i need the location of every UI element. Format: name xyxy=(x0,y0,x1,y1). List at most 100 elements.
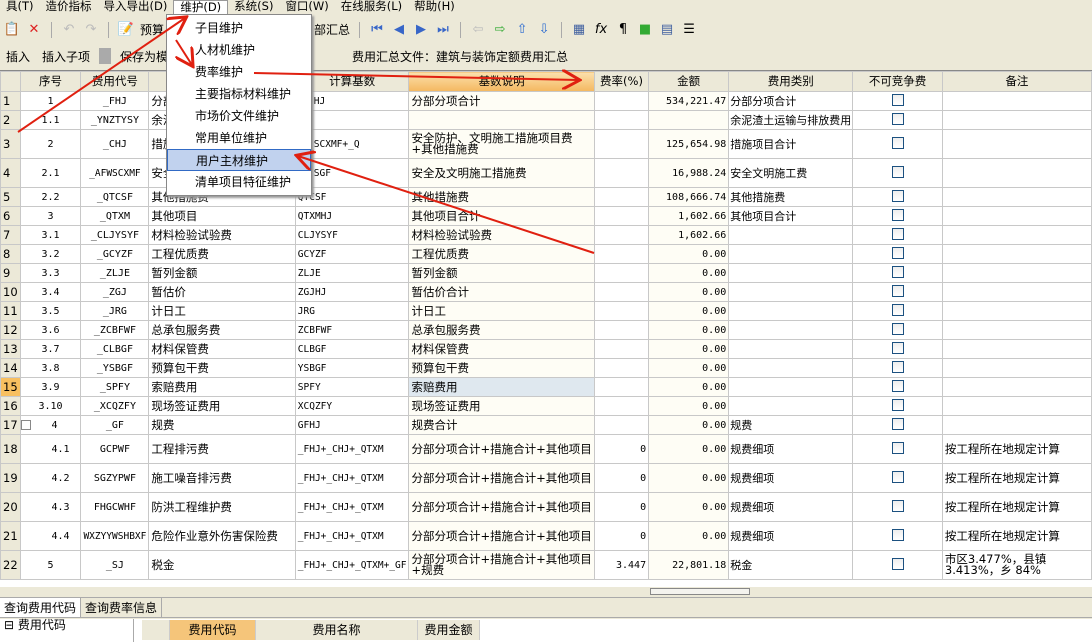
code-cell[interactable]: GCPWF xyxy=(80,434,150,464)
menu-item[interactable]: 子目维护 xyxy=(167,17,311,39)
menu-4[interactable]: 系统(S) xyxy=(228,0,279,14)
menu-5[interactable]: 窗口(W) xyxy=(279,0,334,14)
table-row[interactable]: 5 2.2 _QTCSF 其他措施费 QTCSF 其他措施费 108,666.74 其他措施费 xyxy=(0,187,1092,207)
note-cell[interactable] xyxy=(941,91,1092,111)
amount-cell[interactable]: 0.00 xyxy=(648,377,730,397)
base-desc-cell[interactable]: 分部分项合计+措施合计+其他项目 xyxy=(408,521,595,551)
non-competitive-cell[interactable] xyxy=(852,244,943,264)
code-cell[interactable]: _ZLJE xyxy=(80,263,150,283)
code-cell[interactable]: _SPFY xyxy=(80,377,150,397)
table-row[interactable]: 17 4 _GF 规费 GFHJ 规费合计 0.00 规费 xyxy=(0,415,1092,435)
code-cell[interactable]: _YSBGF xyxy=(80,358,150,378)
table-row[interactable]: 14 3.8 _YSBGF 预算包干费 YSBGF 预算包干费 0.00 xyxy=(0,358,1092,378)
rate-cell[interactable] xyxy=(593,244,650,264)
table-row[interactable]: 19 4.2 SGZYPWF 施工噪音排污费 _FHJ+_CHJ+_QTXM 分部分项合计… xyxy=(0,463,1092,493)
table-row[interactable]: 20 4.3 FHGCWHF 防洪工程维护费 _FHJ+_CHJ+_QTXM 分部分项合计… xyxy=(0,492,1092,522)
menu-7[interactable]: 帮助(H) xyxy=(408,0,461,14)
collapse-icon[interactable] xyxy=(21,419,31,430)
code-cell[interactable]: SGZYPWF xyxy=(80,463,150,493)
base-desc-cell[interactable]: 材料检验试验费 xyxy=(408,225,595,245)
category-cell[interactable]: 规费 xyxy=(728,415,854,435)
table-row[interactable]: 9 3.3 _ZLJE 暂列金额 ZLJE 暂列金额 0.00 xyxy=(0,263,1092,283)
preview-button[interactable]: 预算 xyxy=(140,21,164,38)
base-desc-cell[interactable]: 总承包服务费 xyxy=(408,320,595,340)
category-cell[interactable]: 余泥渣土运输与排放费用 xyxy=(728,110,854,130)
column-header[interactable]: 费用类别 xyxy=(728,71,854,92)
checkbox[interactable] xyxy=(891,112,904,125)
seq-cell[interactable]: 3.6 xyxy=(19,320,82,340)
list-icon[interactable]: ☰ xyxy=(681,22,697,38)
non-competitive-cell[interactable] xyxy=(852,110,943,130)
name-cell[interactable]: 索赔费用 xyxy=(148,377,296,397)
code-cell[interactable]: _YNZTYSY xyxy=(80,110,150,130)
base-desc-cell[interactable]: 计日工 xyxy=(408,301,595,321)
amount-cell[interactable]: 0.00 xyxy=(648,282,730,302)
non-competitive-cell[interactable] xyxy=(852,320,943,340)
rate-cell[interactable] xyxy=(593,396,650,416)
note-cell[interactable]: 按工程所在地规定计算 xyxy=(941,492,1092,522)
arrow-left-icon[interactable]: ⇦ xyxy=(470,22,486,38)
amount-cell[interactable]: 534,221.47 xyxy=(648,91,730,111)
table-row[interactable]: 22 5 _SJ 税金 _FHJ+_CHJ+_QTXM+_GF 分部分项合计+措施合计+其… xyxy=(0,550,1092,580)
paragraph-icon[interactable]: ¶ xyxy=(615,22,631,38)
function-icon[interactable]: fx xyxy=(593,22,609,38)
amount-cell[interactable]: 1,602.66 xyxy=(648,225,730,245)
note-cell[interactable] xyxy=(941,358,1092,378)
code-cell[interactable]: _GCYZF xyxy=(80,244,150,264)
horizontal-scrollbar[interactable] xyxy=(0,587,1092,597)
amount-cell[interactable]: 0.00 xyxy=(648,301,730,321)
checkbox[interactable] xyxy=(891,417,904,430)
base-desc-cell[interactable]: 其他措施费 xyxy=(408,187,595,207)
undo-icon[interactable]: ↶ xyxy=(61,22,77,38)
base-cell[interactable]: SPFY xyxy=(294,377,410,397)
first-icon[interactable]: ⏮ xyxy=(369,22,385,38)
non-competitive-cell[interactable] xyxy=(852,225,943,245)
note-cell[interactable]: 市区3.477%，县镇3.413%，乡 84% xyxy=(941,550,1092,580)
note-cell[interactable] xyxy=(941,282,1092,302)
name-cell[interactable]: 其他项目 xyxy=(148,206,296,226)
non-competitive-cell[interactable] xyxy=(852,434,943,464)
cube-icon[interactable]: ■ xyxy=(637,22,653,38)
col-fee-code[interactable]: 费用代码 xyxy=(170,620,256,640)
seq-cell[interactable]: 4.3 xyxy=(19,492,82,522)
table-row[interactable]: 15 3.9 _SPFY 索赔费用 SPFY 索赔费用 0.00 xyxy=(0,377,1092,397)
category-cell[interactable] xyxy=(728,301,854,321)
rate-cell[interactable] xyxy=(593,358,650,378)
base-cell[interactable]: _FHJ+_CHJ+_QTXM xyxy=(294,463,410,493)
amount-cell[interactable]: 0.00 xyxy=(648,492,730,522)
checkbox[interactable] xyxy=(891,557,904,570)
amount-cell[interactable]: 0.00 xyxy=(648,463,730,493)
base-desc-cell[interactable]: 分部分项合计+措施合计+其他项目 xyxy=(408,492,595,522)
table-row[interactable]: 6 3 _QTXM 其他项目 QTXMHJ 其他项目合计 1,602.66 其他项目合计 xyxy=(0,206,1092,226)
menu-6[interactable]: 在线服务(L) xyxy=(335,0,408,14)
column-header[interactable]: 金额 xyxy=(648,71,730,92)
name-cell[interactable]: 总承包服务费 xyxy=(148,320,296,340)
seq-cell[interactable]: 3.10 xyxy=(19,396,82,416)
table-row[interactable]: 18 4.1 GCPWF 工程排污费 _FHJ+_CHJ+_QTXM 分部分项合计+措施合… xyxy=(0,434,1092,464)
category-cell[interactable]: 分部分项合计 xyxy=(728,91,854,111)
insert-child-button[interactable]: 插入子项 xyxy=(36,48,96,65)
rate-cell[interactable] xyxy=(593,110,650,130)
category-cell[interactable]: 税金 xyxy=(728,550,854,580)
code-cell[interactable]: _CLJYSYF xyxy=(80,225,150,245)
table-row[interactable]: 12 3.6 _ZCBFWF 总承包服务费 ZCBFWF 总承包服务费 0.00 xyxy=(0,320,1092,340)
table-row[interactable]: 8 3.2 _GCYZF 工程优质费 GCYZF 工程优质费 0.00 xyxy=(0,244,1092,264)
base-desc-cell[interactable]: 分部分项合计+措施合计+其他项目 xyxy=(408,434,595,464)
note-cell[interactable] xyxy=(941,158,1092,188)
category-cell[interactable] xyxy=(728,225,854,245)
name-cell[interactable]: 防洪工程维护费 xyxy=(148,492,296,522)
category-cell[interactable] xyxy=(728,377,854,397)
col-fee-name[interactable]: 费用名称 xyxy=(256,620,418,640)
rate-cell[interactable]: 0 xyxy=(593,492,650,522)
seq-cell[interactable]: 4 xyxy=(19,415,82,435)
amount-cell[interactable]: 0.00 xyxy=(648,434,730,464)
non-competitive-cell[interactable] xyxy=(852,91,943,111)
table-row[interactable]: 10 3.4 _ZGJ 暂估价 ZGJHJ 暂估价合计 0.00 xyxy=(0,282,1092,302)
amount-cell[interactable]: 108,666.74 xyxy=(648,187,730,207)
base-cell[interactable]: CLBGF xyxy=(294,339,410,359)
paste-icon[interactable]: 📋 xyxy=(4,22,20,38)
name-cell[interactable]: 材料检验试验费 xyxy=(148,225,296,245)
checkbox[interactable] xyxy=(891,93,904,106)
checkbox[interactable] xyxy=(891,246,904,259)
menu-2[interactable]: 导入导出(D) xyxy=(98,0,174,14)
